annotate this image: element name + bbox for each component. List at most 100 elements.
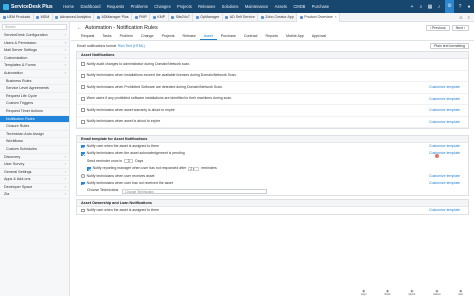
sidebar-item[interactable]: Developer Space ›	[0, 184, 69, 192]
tab-problem[interactable]: Problem	[116, 33, 137, 40]
tab-projects[interactable]: Projects	[158, 33, 179, 40]
reporting-manager-checkbox[interactable]	[87, 167, 91, 171]
user-icon[interactable]: ●	[466, 4, 472, 10]
nav-item-purchase[interactable]: Purchase	[309, 0, 333, 13]
nav-item-cmdb[interactable]: CMDB	[290, 0, 308, 13]
choose-technicians-select[interactable]: Choose Technicians	[122, 188, 268, 194]
assigned-checkbox[interactable]	[81, 144, 85, 149]
sidebar-item[interactable]: Business Rules	[0, 78, 69, 86]
app-tab[interactable]: KMP	[150, 12, 169, 22]
tab-release[interactable]: Release	[179, 33, 200, 40]
back-arrow-icon[interactable]: ←	[77, 25, 82, 31]
sidebar-item[interactable]: Automation ›	[0, 70, 69, 78]
customize-template-link[interactable]: Customize template	[429, 207, 460, 214]
app-tab[interactable]: Site24x7	[169, 12, 194, 22]
not-received-checkbox[interactable]	[81, 181, 85, 186]
app-tab[interactable]: OpManager	[193, 12, 223, 22]
tab-approval[interactable]: Approval	[308, 33, 330, 40]
sidebar-item[interactable]: Customization ›	[0, 55, 69, 63]
option-checkbox[interactable]	[81, 119, 85, 124]
search-icon[interactable]: ⌕	[418, 4, 424, 10]
reminder-days-input[interactable]: 3	[124, 159, 134, 164]
sidebar-item[interactable]: Request Timer Actions	[0, 108, 69, 116]
gear-icon[interactable]: ⚙	[445, 0, 454, 13]
ack-pending-checkbox[interactable]	[81, 152, 85, 156]
app-tab[interactable]: Advanced Analytics	[53, 12, 95, 22]
customize-template-link[interactable]: Customize template	[429, 117, 460, 129]
format-link[interactable]: Rich Text (HTML)	[118, 44, 145, 48]
tab-asset[interactable]: Asset	[199, 33, 217, 40]
app-tab[interactable]: AD Self Service	[223, 12, 259, 22]
customize-template-link[interactable]: Customize template	[429, 180, 460, 187]
next-button[interactable]: Next ›	[451, 24, 469, 31]
sidebar-search-input[interactable]: Search	[2, 24, 67, 30]
sidebar-item[interactable]: Closure Rules	[0, 123, 69, 131]
sidebar-item[interactable]: User Survey ›	[0, 161, 69, 169]
customize-template-link[interactable]: Customize template	[429, 173, 460, 180]
settings-icon[interactable]: ≡	[468, 15, 470, 20]
tab-change[interactable]: Change	[137, 33, 158, 40]
sidebar-item[interactable]: Discovery ›	[0, 154, 69, 162]
customize-template-link[interactable]: Customize template	[429, 150, 460, 157]
sidebar-item[interactable]: Users & Permission ›	[0, 40, 69, 48]
sidebar-item[interactable]: Mail Server Settings ›	[0, 47, 69, 55]
bottom-icon-esc[interactable]: ◉ Esc	[459, 289, 463, 296]
tab-tasks[interactable]: Tasks	[98, 33, 115, 40]
tab-contract[interactable]: Contract	[240, 33, 262, 40]
plain-text-button[interactable]: Plain text formatting	[430, 43, 469, 49]
sidebar-item[interactable]: Technician Auto Assign	[0, 131, 69, 139]
help-icon[interactable]: ?	[457, 4, 463, 10]
option-checkbox[interactable]	[81, 96, 85, 101]
reminders-count-select[interactable]: 2 ▾	[188, 166, 200, 171]
previous-button[interactable]: ‹ Previous	[425, 24, 450, 31]
option-checkbox[interactable]	[81, 62, 85, 67]
app-tab[interactable]: ADManager Plus	[94, 12, 133, 22]
customize-template-link[interactable]: Customize template	[429, 94, 460, 106]
add-icon[interactable]: +	[409, 4, 415, 10]
nav-item-solutions[interactable]: Solutions	[218, 0, 241, 13]
tab-purchase[interactable]: Purchase	[217, 33, 240, 40]
tab-reports[interactable]: Reports	[262, 33, 283, 40]
brand[interactable]: ServiceDesk Plus	[0, 3, 60, 10]
nav-item-dashboard[interactable]: Dashboard	[77, 0, 103, 13]
close-icon[interactable]: ×	[335, 13, 337, 22]
nav-item-releases[interactable]: Releases	[195, 0, 218, 13]
ownership-first-checkbox[interactable]	[81, 208, 85, 213]
bottom-icon-work[interactable]: ◉ Work	[384, 289, 390, 296]
nav-item-maintenance[interactable]: Maintenance	[242, 0, 272, 13]
sidebar-item[interactable]: Custom Schedules	[0, 146, 69, 154]
option-checkbox[interactable]	[81, 108, 85, 113]
sidebar-item[interactable]: Templates & Forms ›	[0, 62, 69, 70]
sidebar-item[interactable]: ServiceDesk Configuration ›	[0, 32, 69, 40]
app-tab[interactable]: UEM Products	[0, 12, 34, 22]
nav-item-requests[interactable]: Requests	[104, 0, 128, 13]
sidebar-item[interactable]: Zia ›	[0, 191, 69, 200]
nav-item-assets[interactable]: Assets	[271, 0, 290, 13]
customize-template-link[interactable]: Customize template	[429, 82, 460, 94]
nav-item-problems[interactable]: Problems	[127, 0, 151, 13]
sidebar-item[interactable]: Notification Rules	[0, 115, 69, 124]
pin-icon[interactable]: ⊙	[459, 15, 462, 20]
option-checkbox[interactable]	[81, 73, 85, 78]
sidebar-item[interactable]: Service Level Agreements	[0, 85, 69, 93]
grid-icon[interactable]: ▦	[427, 4, 433, 10]
tab-mobile-app[interactable]: Mobile App	[282, 33, 308, 40]
nav-item-home[interactable]: Home	[60, 0, 77, 13]
bottom-icon-admin[interactable]: ◉ Admin	[433, 289, 441, 296]
bottom-icon-appr[interactable]: ◉ Appr	[361, 289, 367, 296]
customize-template-link[interactable]: Customize template	[429, 143, 460, 150]
bell-icon[interactable]: ♪	[436, 4, 442, 10]
option-checkbox[interactable]	[81, 85, 85, 90]
receives-radio[interactable]	[81, 174, 85, 179]
app-tab[interactable]: Zoho Creator App	[258, 12, 298, 22]
sidebar-item[interactable]: Workflows	[0, 138, 69, 146]
sidebar-item[interactable]: Custom Triggers	[0, 100, 69, 108]
bottom-icon-quick[interactable]: ◉ Quick	[408, 289, 415, 296]
nav-item-changes[interactable]: Changes	[151, 0, 174, 13]
tab-request[interactable]: Request	[77, 33, 98, 40]
sidebar-item[interactable]: Apps & Add-ons ›	[0, 176, 69, 184]
app-tab[interactable]: Product Overview ×	[297, 12, 341, 22]
sidebar-item[interactable]: Request Life Cycle	[0, 93, 69, 101]
customize-template-link[interactable]: Customize template	[429, 105, 460, 117]
app-tab[interactable]: PMP	[132, 12, 151, 22]
